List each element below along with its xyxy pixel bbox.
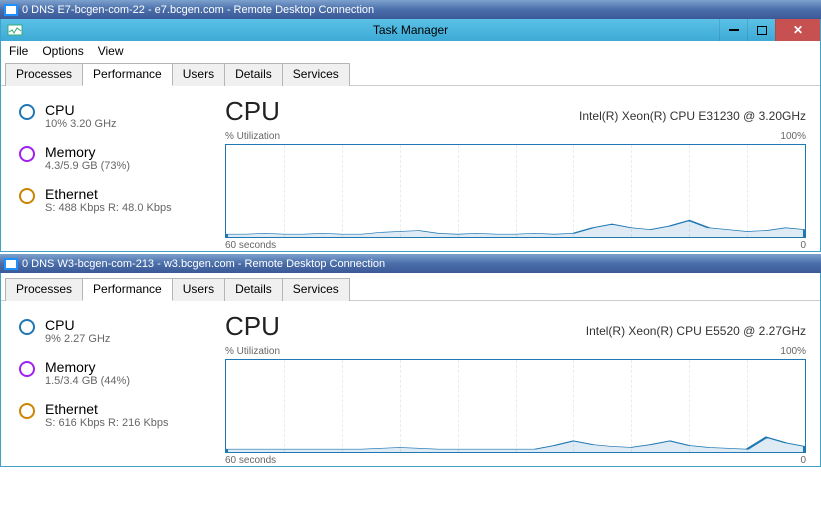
tab-details[interactable]: Details xyxy=(224,278,283,301)
chart-title: CPU xyxy=(225,96,280,127)
tab-processes[interactable]: Processes xyxy=(5,63,83,86)
menu-options[interactable]: Options xyxy=(42,44,83,58)
sidebar-1: CPU 10% 3.20 GHz Memory 4.3/5.9 GB (73%)… xyxy=(15,96,225,251)
tab-services[interactable]: Services xyxy=(282,278,350,301)
tab-performance[interactable]: Performance xyxy=(82,278,173,301)
tab-services[interactable]: Services xyxy=(282,63,350,86)
tab-details[interactable]: Details xyxy=(224,63,283,86)
tab-users[interactable]: Users xyxy=(172,63,225,86)
sidebar-ethernet-detail: S: 616 Kbps R: 216 Kbps xyxy=(45,417,169,429)
sidebar-memory-detail: 1.5/3.4 GB (44%) xyxy=(45,375,130,387)
sidebar-cpu[interactable]: CPU 10% 3.20 GHz xyxy=(15,96,225,136)
window-titlebar[interactable]: Task Manager ✕ xyxy=(1,19,820,41)
cpu-indicator-icon xyxy=(19,104,35,120)
minimize-button[interactable] xyxy=(719,19,747,41)
cpu-model: Intel(R) Xeon(R) CPU E5520 @ 2.27GHz xyxy=(586,324,806,338)
chart-ylabel: % Utilization xyxy=(225,346,280,357)
chart-ylabel: % Utilization xyxy=(225,131,280,142)
taskmanager-window: Task Manager ✕ File Options View Process… xyxy=(0,19,821,252)
sidebar-cpu-detail: 10% 3.20 GHz xyxy=(45,118,117,130)
cpu-chart-1 xyxy=(225,144,806,238)
sidebar-cpu-detail: 9% 2.27 GHz xyxy=(45,333,110,345)
sidebar-ethernet[interactable]: Ethernet S: 616 Kbps R: 216 Kbps xyxy=(15,395,225,435)
chart-title: CPU xyxy=(225,311,280,342)
taskmanager-icon xyxy=(7,22,23,38)
sidebar-cpu-label: CPU xyxy=(45,317,110,333)
performance-content-2: CPU 9% 2.27 GHz Memory 1.5/3.4 GB (44%) … xyxy=(1,301,820,466)
window-buttons: ✕ xyxy=(719,19,820,41)
sidebar-2: CPU 9% 2.27 GHz Memory 1.5/3.4 GB (44%) … xyxy=(15,311,225,466)
sidebar-cpu[interactable]: CPU 9% 2.27 GHz xyxy=(15,311,225,351)
chart-xleft: 60 seconds xyxy=(225,240,276,251)
tab-processes[interactable]: Processes xyxy=(5,278,83,301)
rdc-title-text: 0 DNS E7-bcgen-com-22 - e7.bcgen.com - R… xyxy=(22,4,374,16)
main-panel-1: CPU Intel(R) Xeon(R) CPU E31230 @ 3.20GH… xyxy=(225,96,806,251)
sidebar-ethernet-label: Ethernet xyxy=(45,186,172,202)
rdc-titlebar-2[interactable]: 0 DNS W3-bcgen-com-213 - w3.bcgen.com - … xyxy=(0,254,821,273)
menu-view[interactable]: View xyxy=(98,44,124,58)
sidebar-memory-label: Memory xyxy=(45,359,130,375)
rdc-title-text: 0 DNS W3-bcgen-com-213 - w3.bcgen.com - … xyxy=(22,258,385,270)
cpu-indicator-icon xyxy=(19,319,35,335)
sidebar-ethernet-detail: S: 488 Kbps R: 48.0 Kbps xyxy=(45,202,172,214)
sidebar-cpu-label: CPU xyxy=(45,102,117,118)
rdc-titlebar-1[interactable]: 0 DNS E7-bcgen-com-22 - e7.bcgen.com - R… xyxy=(0,0,821,19)
window-client-2: Processes Performance Users Details Serv… xyxy=(1,273,820,466)
chart-xright: 0 xyxy=(800,455,806,466)
chart-ymax: 100% xyxy=(780,131,806,142)
chart-xright: 0 xyxy=(800,240,806,251)
memory-indicator-icon xyxy=(19,361,35,377)
ethernet-indicator-icon xyxy=(19,403,35,419)
rdc-icon xyxy=(4,258,18,270)
chart-ymax: 100% xyxy=(780,346,806,357)
tab-users[interactable]: Users xyxy=(172,278,225,301)
window-client: File Options View Processes Performance … xyxy=(1,41,820,251)
sidebar-memory-detail: 4.3/5.9 GB (73%) xyxy=(45,160,130,172)
cpu-chart-2 xyxy=(225,359,806,453)
tab-performance[interactable]: Performance xyxy=(82,63,173,86)
menu-bar: File Options View xyxy=(1,41,820,60)
sidebar-ethernet[interactable]: Ethernet S: 488 Kbps R: 48.0 Kbps xyxy=(15,180,225,220)
sidebar-memory[interactable]: Memory 4.3/5.9 GB (73%) xyxy=(15,138,225,178)
sidebar-memory-label: Memory xyxy=(45,144,130,160)
main-panel-2: CPU Intel(R) Xeon(R) CPU E5520 @ 2.27GHz… xyxy=(225,311,806,466)
maximize-button[interactable] xyxy=(747,19,775,41)
tabs-2: Processes Performance Users Details Serv… xyxy=(1,273,820,301)
performance-content-1: CPU 10% 3.20 GHz Memory 4.3/5.9 GB (73%)… xyxy=(1,86,820,251)
close-button[interactable]: ✕ xyxy=(775,19,820,41)
sidebar-ethernet-label: Ethernet xyxy=(45,401,169,417)
taskmanager-window-2: Processes Performance Users Details Serv… xyxy=(0,273,821,467)
rdc-icon xyxy=(4,4,18,16)
cpu-model: Intel(R) Xeon(R) CPU E31230 @ 3.20GHz xyxy=(579,109,806,123)
tabs-1: Processes Performance Users Details Serv… xyxy=(1,60,820,86)
menu-file[interactable]: File xyxy=(9,44,28,58)
ethernet-indicator-icon xyxy=(19,188,35,204)
chart-xleft: 60 seconds xyxy=(225,455,276,466)
memory-indicator-icon xyxy=(19,146,35,162)
window-title: Task Manager xyxy=(373,23,448,37)
sidebar-memory[interactable]: Memory 1.5/3.4 GB (44%) xyxy=(15,353,225,393)
